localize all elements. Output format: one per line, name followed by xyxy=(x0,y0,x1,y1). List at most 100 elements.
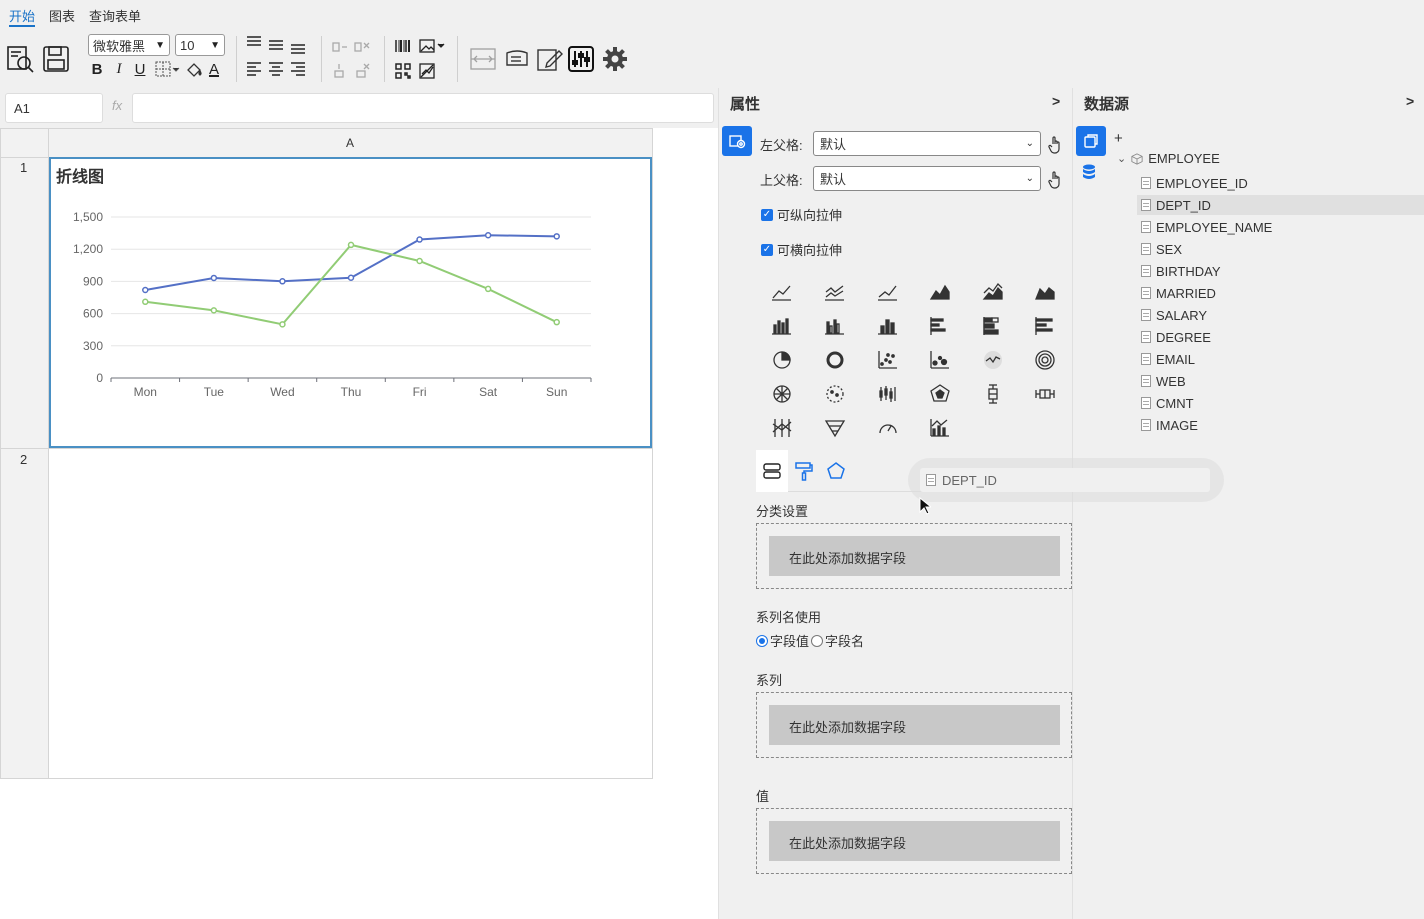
image-icon[interactable] xyxy=(418,38,446,54)
tree-field-item[interactable]: BIRTHDAY xyxy=(1141,261,1221,281)
barcode-icon[interactable] xyxy=(394,38,412,54)
stretch-vertical-checkbox[interactable]: ✓ 可纵向拉伸 xyxy=(761,205,842,224)
radar-rings-icon[interactable] xyxy=(1033,348,1057,372)
font-size-select[interactable]: 10 ▼ xyxy=(175,34,225,56)
category-dropzone[interactable]: 在此处添加数据字段 xyxy=(756,523,1072,589)
row-height-icon[interactable] xyxy=(469,45,497,73)
font-family-select[interactable]: 微软雅黑 ▼ xyxy=(88,34,170,56)
multi-line-chart-icon[interactable] xyxy=(823,280,847,304)
horizontal-bar-chart-icon[interactable] xyxy=(928,314,952,338)
line-bar-combo-icon[interactable] xyxy=(928,416,952,440)
boxplot-vertical-icon[interactable] xyxy=(981,382,1005,406)
parallel-chart-icon[interactable] xyxy=(770,416,794,440)
value-dropzone[interactable]: 在此处添加数据字段 xyxy=(756,808,1072,874)
tree-field-item[interactable]: EMPLOYEE_ID xyxy=(1141,173,1248,193)
row-header-2[interactable]: 2 xyxy=(20,452,27,467)
insert-row-icon[interactable] xyxy=(331,62,349,80)
pick-cell-icon[interactable] xyxy=(1047,136,1063,154)
tree-field-item[interactable]: EMAIL xyxy=(1141,349,1195,369)
tree-field-item[interactable]: SEX xyxy=(1141,239,1182,259)
border-icon[interactable] xyxy=(154,59,180,79)
percent-area-chart-icon[interactable] xyxy=(1033,280,1057,304)
stepped-line-chart-icon[interactable] xyxy=(876,280,900,304)
tree-field-item[interactable]: DEPT_ID xyxy=(1137,195,1424,215)
settings-sliders-icon[interactable] xyxy=(567,45,595,73)
column-chart-icon[interactable] xyxy=(876,314,900,338)
tree-field-item[interactable]: CMNT xyxy=(1141,393,1194,413)
properties-collapse-button[interactable]: > xyxy=(1052,93,1060,109)
align-right-icon[interactable] xyxy=(289,60,307,78)
funnel-chart-icon[interactable] xyxy=(823,416,847,440)
donut-chart-icon[interactable] xyxy=(823,348,847,372)
scatter-chart-icon[interactable] xyxy=(876,348,900,372)
percent-horizontal-bar-icon[interactable] xyxy=(1033,314,1057,338)
candlestick-chart-icon[interactable] xyxy=(876,382,900,406)
stacked-horizontal-bar-icon[interactable] xyxy=(981,314,1005,338)
data-edit-icon[interactable] xyxy=(503,45,531,73)
tree-field-item[interactable]: MARRIED xyxy=(1141,283,1216,303)
qrcode-icon[interactable] xyxy=(394,62,412,80)
align-bottom-icon[interactable] xyxy=(289,38,307,56)
bold-icon[interactable]: B xyxy=(88,58,106,80)
pie-chart-icon[interactable] xyxy=(770,348,794,372)
cell-reference-box[interactable]: A1 xyxy=(5,93,103,123)
funnel-dots-icon[interactable] xyxy=(823,382,847,406)
bubble-chart-icon[interactable] xyxy=(928,348,952,372)
fill-color-icon[interactable] xyxy=(184,59,204,79)
cell-properties-tab[interactable] xyxy=(722,126,752,156)
save-icon[interactable] xyxy=(41,44,71,74)
datasource-collapse-button[interactable]: > xyxy=(1406,93,1414,109)
font-color-icon[interactable]: A xyxy=(205,58,223,80)
cell-a1-chart[interactable]: 折线图 0 300 600 900 1,200 1,500 Mon Tue Wed Thu Fri S… xyxy=(49,157,652,448)
left-parent-select[interactable]: 默认 ⌄ xyxy=(813,131,1041,156)
stretch-horizontal-checkbox[interactable]: ✓ 可横向拉伸 xyxy=(761,240,842,259)
grouped-bar-chart-icon[interactable] xyxy=(823,314,847,338)
tab-start[interactable]: 开始 xyxy=(9,6,36,27)
chart-insert-icon[interactable] xyxy=(418,62,436,80)
tree-table-employee[interactable]: ⌄ EMPLOYEE xyxy=(1117,151,1220,166)
radio-field-name[interactable]: 字段名 xyxy=(811,631,864,650)
delete-row-icon[interactable] xyxy=(353,62,371,80)
align-middle-icon[interactable] xyxy=(267,36,285,54)
database-icon[interactable] xyxy=(1082,164,1096,180)
radar-chart-icon[interactable] xyxy=(928,382,952,406)
style-tab[interactable] xyxy=(794,461,814,481)
dataset-tab[interactable] xyxy=(1076,126,1106,156)
add-dataset-button[interactable]: + xyxy=(1114,130,1123,147)
tab-query-form[interactable]: 查询表单 xyxy=(89,6,141,25)
stacked-area-chart-icon[interactable] xyxy=(981,280,1005,304)
underline-icon[interactable]: U xyxy=(131,58,149,80)
column-header-a[interactable]: A xyxy=(346,136,354,150)
tree-field-item[interactable]: SALARY xyxy=(1141,305,1207,325)
align-top-icon[interactable] xyxy=(245,34,263,52)
chart-xtick-label: Tue xyxy=(204,385,225,399)
row-header-1[interactable]: 1 xyxy=(20,160,27,175)
tree-field-item[interactable]: EMPLOYEE_NAME xyxy=(1141,217,1272,237)
bar-chart-icon[interactable] xyxy=(770,314,794,338)
italic-icon[interactable]: I xyxy=(110,58,128,80)
merge-cells-icon[interactable] xyxy=(331,38,349,56)
pick-cell-icon[interactable] xyxy=(1047,171,1063,189)
series-dropzone[interactable]: 在此处添加数据字段 xyxy=(756,692,1072,758)
preview-icon[interactable] xyxy=(5,44,35,74)
edit-pencil-icon[interactable] xyxy=(535,45,563,73)
tree-field-item[interactable]: IMAGE xyxy=(1141,415,1198,435)
boxplot-horizontal-icon[interactable] xyxy=(1033,382,1057,406)
shape-tab[interactable] xyxy=(826,461,846,481)
align-center-icon[interactable] xyxy=(267,60,285,78)
gauge-chart-icon[interactable] xyxy=(876,416,900,440)
formula-input[interactable] xyxy=(132,93,714,123)
split-cells-icon[interactable] xyxy=(353,38,371,56)
rose-chart-icon[interactable] xyxy=(770,382,794,406)
tab-chart[interactable]: 图表 xyxy=(49,6,75,25)
line-chart-icon[interactable] xyxy=(770,280,794,304)
radio-field-value[interactable]: 字段值 xyxy=(756,631,809,650)
data-tab[interactable] xyxy=(756,450,788,492)
tree-field-item[interactable]: DEGREE xyxy=(1141,327,1211,347)
sparkline-chart-icon[interactable] xyxy=(981,348,1005,372)
top-parent-select[interactable]: 默认 ⌄ xyxy=(813,166,1041,191)
area-chart-icon[interactable] xyxy=(928,280,952,304)
tree-field-item[interactable]: WEB xyxy=(1141,371,1186,391)
gear-icon[interactable] xyxy=(601,45,629,73)
align-left-icon[interactable] xyxy=(245,60,263,78)
